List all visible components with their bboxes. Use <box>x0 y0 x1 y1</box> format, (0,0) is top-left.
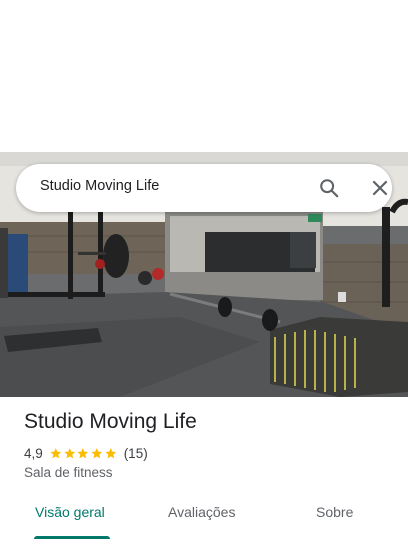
tab-bar: Visão geral Avaliações Sobre <box>0 496 408 544</box>
rating-row[interactable]: 4,9 (15) <box>24 444 148 462</box>
search-bar[interactable]: Studio Moving Life <box>16 164 392 212</box>
star-icon <box>63 447 75 458</box>
star-icon <box>91 447 103 458</box>
search-icon[interactable] <box>318 177 340 199</box>
star-icon <box>77 447 89 458</box>
star-icon <box>105 447 117 458</box>
review-count[interactable]: (15) <box>124 446 148 461</box>
place-title: Studio Moving Life <box>24 410 197 433</box>
search-input[interactable]: Studio Moving Life <box>40 178 159 194</box>
tab-reviews[interactable]: Avaliações <box>168 504 235 520</box>
active-tab-indicator <box>34 536 110 539</box>
tab-overview[interactable]: Visão geral <box>35 504 105 520</box>
place-category: Sala de fitness <box>24 465 113 480</box>
tab-about[interactable]: Sobre <box>316 504 353 520</box>
close-icon[interactable] <box>370 178 390 198</box>
star-rating <box>49 447 118 460</box>
star-icon <box>50 447 61 458</box>
rating-value: 4,9 <box>24 445 43 461</box>
